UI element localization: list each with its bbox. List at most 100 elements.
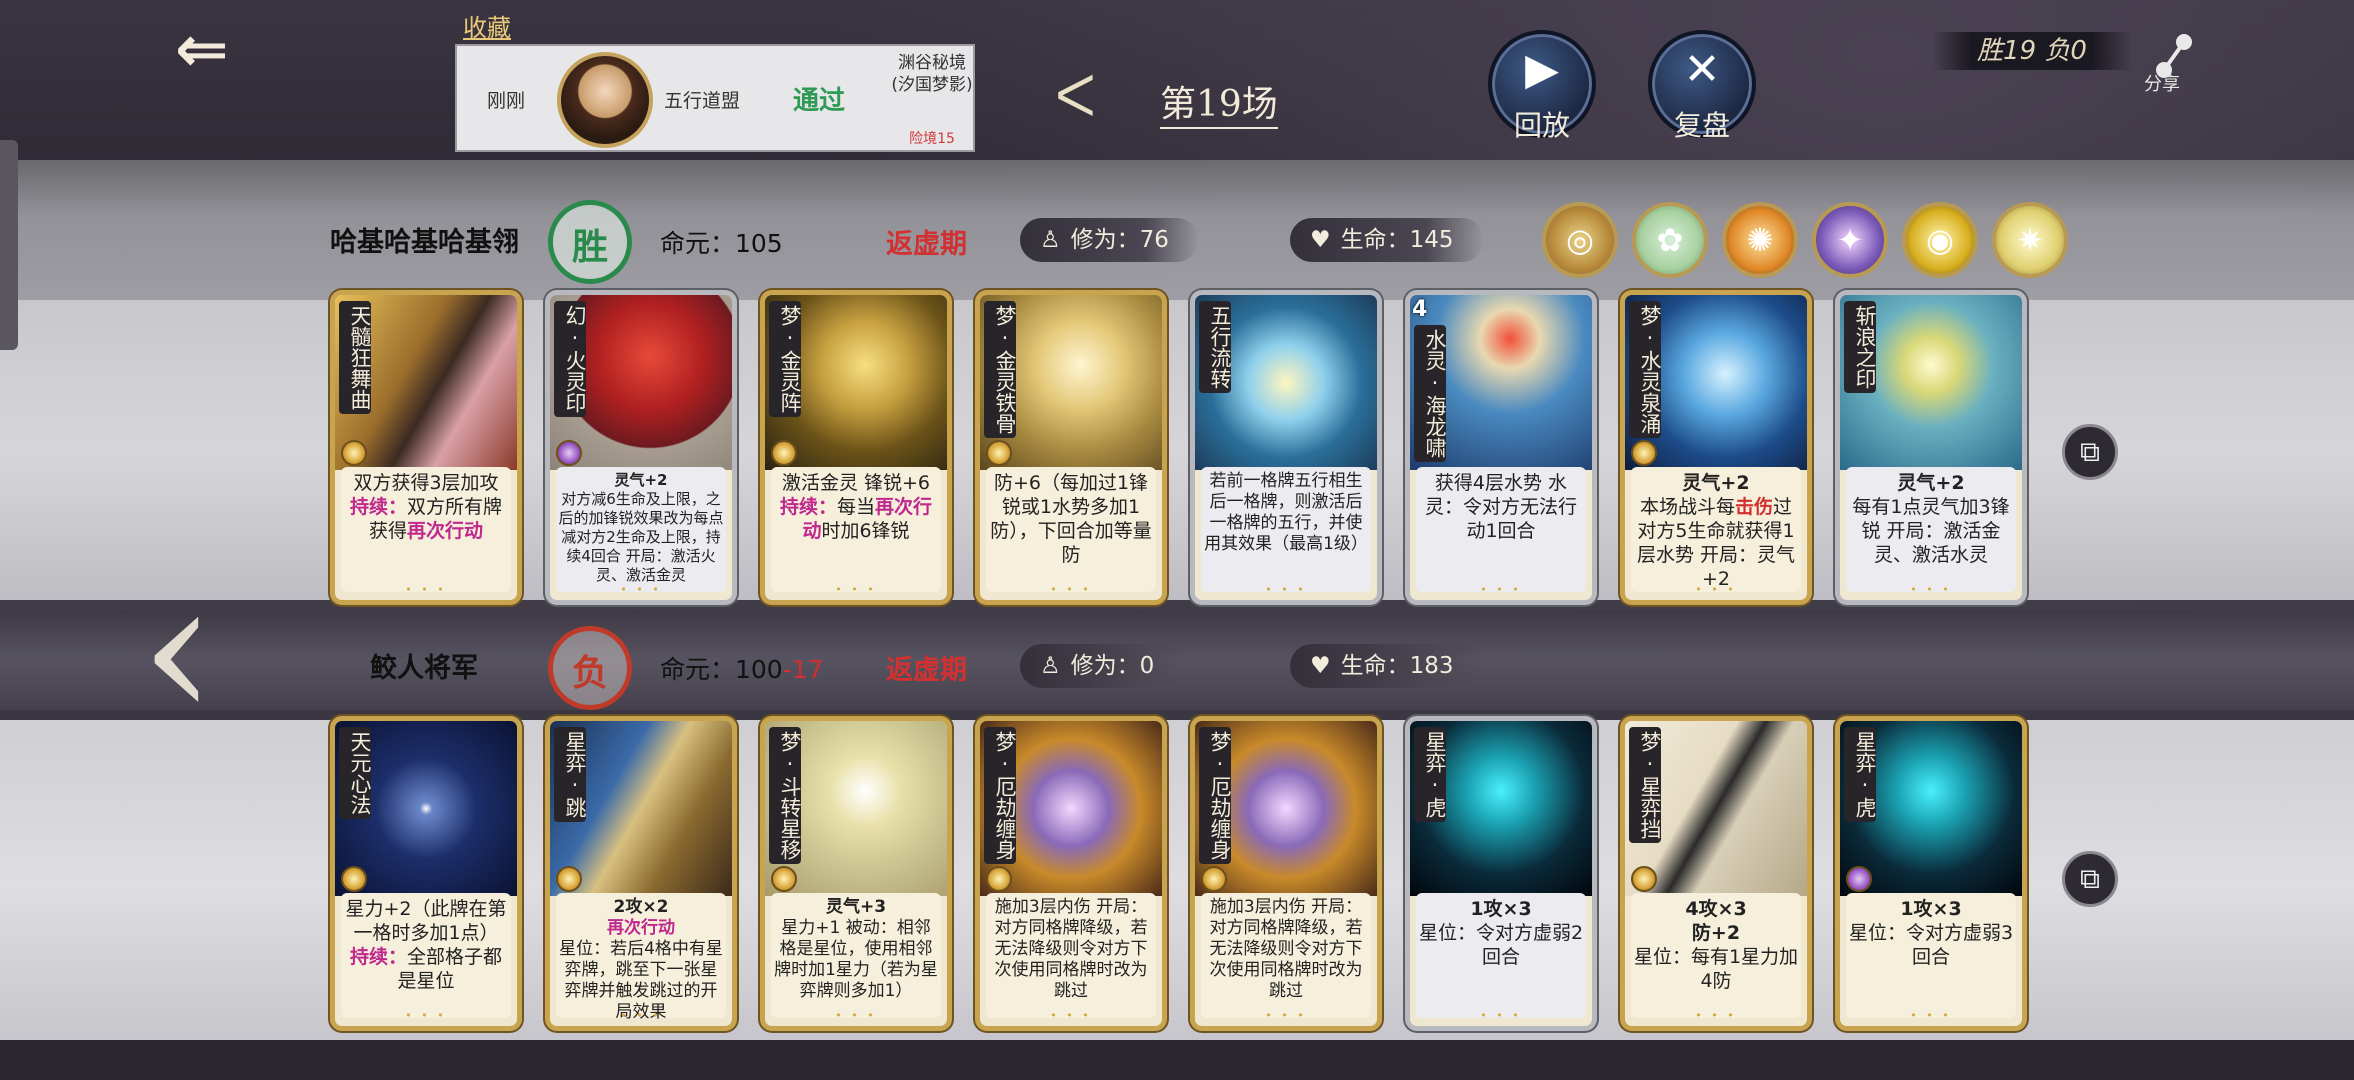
- lifespan-value: 命元：100: [660, 655, 783, 684]
- card-desc: 灵气+2 本场战斗每击伤过对方5生命就获得1层水势 开局：灵气+2: [1631, 467, 1801, 592]
- card-gem: [341, 866, 367, 892]
- card-dots: • • •: [1265, 583, 1307, 596]
- relic-5[interactable]: ◉: [1902, 202, 1978, 278]
- cultivation-value: 修为：0: [1070, 653, 1155, 679]
- desc-top: 灵气+2: [1897, 472, 1965, 494]
- player-b-info: 鲛人将军 负 命元：100-17 返虚期 ♙ 修为：0 ♥ 生命：183: [320, 626, 2020, 710]
- card-b-5[interactable]: 梦·厄劫缠身 施加3层内伤 开局：对方同格牌降级，若无法降级则令对方下次使用同格…: [1190, 716, 1382, 1031]
- card-dots: • • •: [835, 1009, 877, 1022]
- card-desc: 1攻×3 星位：令对方虚弱3回合: [1846, 893, 2016, 1018]
- relic-3[interactable]: ✺: [1722, 202, 1798, 278]
- desc-text: 本场战斗每: [1639, 496, 1735, 518]
- card-b-3[interactable]: 梦·斗转星移 灵气+3 星力+1 被动：相邻格是星位，使用相邻牌时加1星力（若为…: [760, 716, 952, 1031]
- desc-text: 每有1点灵气加3锋锐 开局：激活金灵、激活水灵: [1852, 496, 2010, 566]
- win-badge: 胜: [548, 200, 632, 284]
- desc-keyword-2: 再次行动: [407, 520, 484, 542]
- relic-2[interactable]: ✿: [1632, 202, 1708, 278]
- card-desc: 4攻×3 防+2 星位：每有1星力加4防: [1631, 893, 1801, 1018]
- card-a-5[interactable]: 五行流转 若前一格牌五行相生后一格牌，则激活后一格牌的五行，并使用其效果（最高1…: [1190, 290, 1382, 605]
- card-desc: 2攻×2 再次行动 星位：若后4格中有星弈牌，跳至下一张星弈牌并触发跳过的开局效…: [556, 893, 726, 1022]
- desc-text: 双方获得3层加攻: [353, 472, 499, 494]
- card-a-2[interactable]: 幻·火灵印 灵气+2 对方减6生命及上限，之后的加锋锐效果改为每点减对方2生命及…: [545, 290, 737, 605]
- card-dots: • • •: [1480, 583, 1522, 596]
- player-b-name[interactable]: 鲛人将军: [370, 646, 478, 685]
- desc-keyword: 击伤: [1734, 496, 1773, 518]
- card-desc: 灵气+2 对方减6生命及上限，之后的加锋锐效果改为每点减对方2生命及上限，持续4…: [556, 467, 726, 592]
- card-b-2[interactable]: 星弈·跳 2攻×2 再次行动 星位：若后4格中有星弈牌，跳至下一张星弈牌并触发跳…: [545, 716, 737, 1031]
- desc-keyword: 再次行动: [607, 918, 675, 938]
- footer-band: [0, 1040, 2354, 1080]
- card-gem: [1846, 866, 1872, 892]
- card-title: 天元心法: [339, 727, 372, 819]
- card-a-1[interactable]: 天髓狂舞曲 双方获得3层加攻 持续：双方所有牌获得再次行动 • • •: [330, 290, 522, 605]
- previous-page-arrow-icon[interactable]: ‹: [140, 555, 216, 745]
- desc-text-2: 全部格子都是星位: [397, 946, 503, 992]
- card-dots: • • •: [1695, 583, 1737, 596]
- desc-text: 星位：令对方虚弱3回合: [1848, 922, 2014, 968]
- edge-tab[interactable]: [0, 140, 18, 350]
- card-desc: 星力+2（此牌在第一格时多加1点） 持续：全部格子都是星位: [341, 893, 511, 1018]
- desc-text: 星位：每有1星力加4防: [1633, 946, 1799, 992]
- player-b-phase: 返虚期: [886, 655, 967, 686]
- swords-icon: ✕: [1683, 44, 1721, 95]
- desc-text: 对方减6生命及上限，之后的加锋锐效果改为每点减对方2生命及上限，持续4回合 开局…: [558, 490, 724, 584]
- card-a-3[interactable]: 梦·金灵阵 激活金灵 锋锐+6 持续：每当再次行动时加6锋锐 • • •: [760, 290, 952, 605]
- card-desc: 灵气+3 星力+1 被动：相邻格是星位，使用相邻牌时加1星力（若为星弈牌则多加1…: [771, 893, 941, 1018]
- card-gem: [771, 440, 797, 466]
- chevron-left-icon[interactable]: ᐸ: [1055, 68, 1096, 128]
- card-level: 4: [1412, 297, 1428, 322]
- card-a-6[interactable]: 4 水灵·海龙啸 获得4层水势 水灵：令对方无法行动1回合 • • •: [1405, 290, 1597, 605]
- relic-1[interactable]: ◎: [1542, 202, 1618, 278]
- desc-top: 灵气+3: [825, 897, 887, 917]
- back-arrow-icon[interactable]: ⇐: [175, 18, 265, 82]
- card-a-8[interactable]: 斩浪之印 灵气+2 每有1点灵气加3锋锐 开局：激活金灵、激活水灵 • • •: [1835, 290, 2027, 605]
- card-gem: [556, 866, 582, 892]
- card-dots: • • •: [1050, 583, 1092, 596]
- player-a-lifespan: 命元：105: [660, 229, 783, 258]
- card-desc: 1攻×3 星位：令对方虚弱2回合: [1416, 893, 1586, 1018]
- card-title: 梦·星弈挡: [1629, 727, 1662, 843]
- card-a-7[interactable]: 梦·水灵泉涌 灵气+2 本场战斗每击伤过对方5生命就获得1层水势 开局：灵气+2…: [1620, 290, 1812, 605]
- record-sect: 五行道盟: [664, 90, 741, 112]
- health-value: 生命：183: [1340, 653, 1454, 679]
- player-a-name[interactable]: 哈基哈基哈基翎: [330, 220, 519, 259]
- card-gem: [986, 866, 1012, 892]
- opponent-avatar: [557, 52, 653, 148]
- card-title: 幻·火灵印: [554, 301, 587, 417]
- desc-top: 4攻×3: [1685, 898, 1747, 920]
- copy-deck-icon[interactable]: ⧉: [2062, 851, 2118, 907]
- player-b-health: ♥ 生命：183: [1290, 644, 1484, 688]
- favorite-label[interactable]: 收藏: [463, 8, 511, 43]
- play-icon: ▶: [1525, 44, 1559, 95]
- favorite-record-card[interactable]: 刚刚 五行道盟 通过 渊谷秘境(汐国梦影) 险境15: [455, 44, 975, 152]
- card-title: 水灵·海龙啸: [1414, 325, 1447, 462]
- card-title: 梦·金灵铁骨: [984, 301, 1017, 438]
- heart-icon: ♥: [1310, 227, 1331, 253]
- relic-4[interactable]: ✦: [1812, 202, 1888, 278]
- card-a-4[interactable]: 梦·金灵铁骨 防+6（每加过1锋锐或1水势多加1防），下回合加等量防 • • •: [975, 290, 1167, 605]
- cultivation-value: 修为：76: [1070, 227, 1169, 253]
- meditation-icon: ♙: [1040, 227, 1061, 253]
- record-danger: 险境15: [909, 131, 955, 147]
- card-gem: [1631, 440, 1657, 466]
- card-gem: [771, 866, 797, 892]
- health-value: 生命：145: [1340, 227, 1454, 253]
- card-desc: 双方获得3层加攻 持续：双方所有牌获得再次行动: [341, 467, 511, 592]
- player-b-lifespan: 命元：100-17: [660, 650, 824, 686]
- card-b-8[interactable]: 星弈·虎 1攻×3 星位：令对方虚弱3回合 • • •: [1835, 716, 2027, 1031]
- card-b-6[interactable]: 星弈·虎 1攻×3 星位：令对方虚弱2回合 • • •: [1405, 716, 1597, 1031]
- card-title: 星弈·虎: [1844, 727, 1877, 822]
- copy-deck-icon[interactable]: ⧉: [2062, 424, 2118, 480]
- player-a-cultivation: ♙ 修为：76: [1020, 218, 1199, 262]
- heart-icon: ♥: [1310, 653, 1331, 679]
- relic-6[interactable]: ✷: [1992, 202, 2068, 278]
- desc-top: 灵气+2: [1682, 472, 1750, 494]
- card-gem: [1201, 866, 1227, 892]
- card-b-1[interactable]: 天元心法 星力+2（此牌在第一格时多加1点） 持续：全部格子都是星位 • • •: [330, 716, 522, 1031]
- review-label: 复盘: [1673, 109, 1730, 142]
- card-dots: • • •: [405, 583, 447, 596]
- card-b-4[interactable]: 梦·厄劫缠身 施加3层内伤 开局：对方同格牌降级，若无法降级则令对方下次使用同格…: [975, 716, 1167, 1031]
- card-title: 星弈·跳: [554, 727, 587, 822]
- card-b-7[interactable]: 梦·星弈挡 4攻×3 防+2 星位：每有1星力加4防 • • •: [1620, 716, 1812, 1031]
- lose-badge: 负: [548, 626, 632, 710]
